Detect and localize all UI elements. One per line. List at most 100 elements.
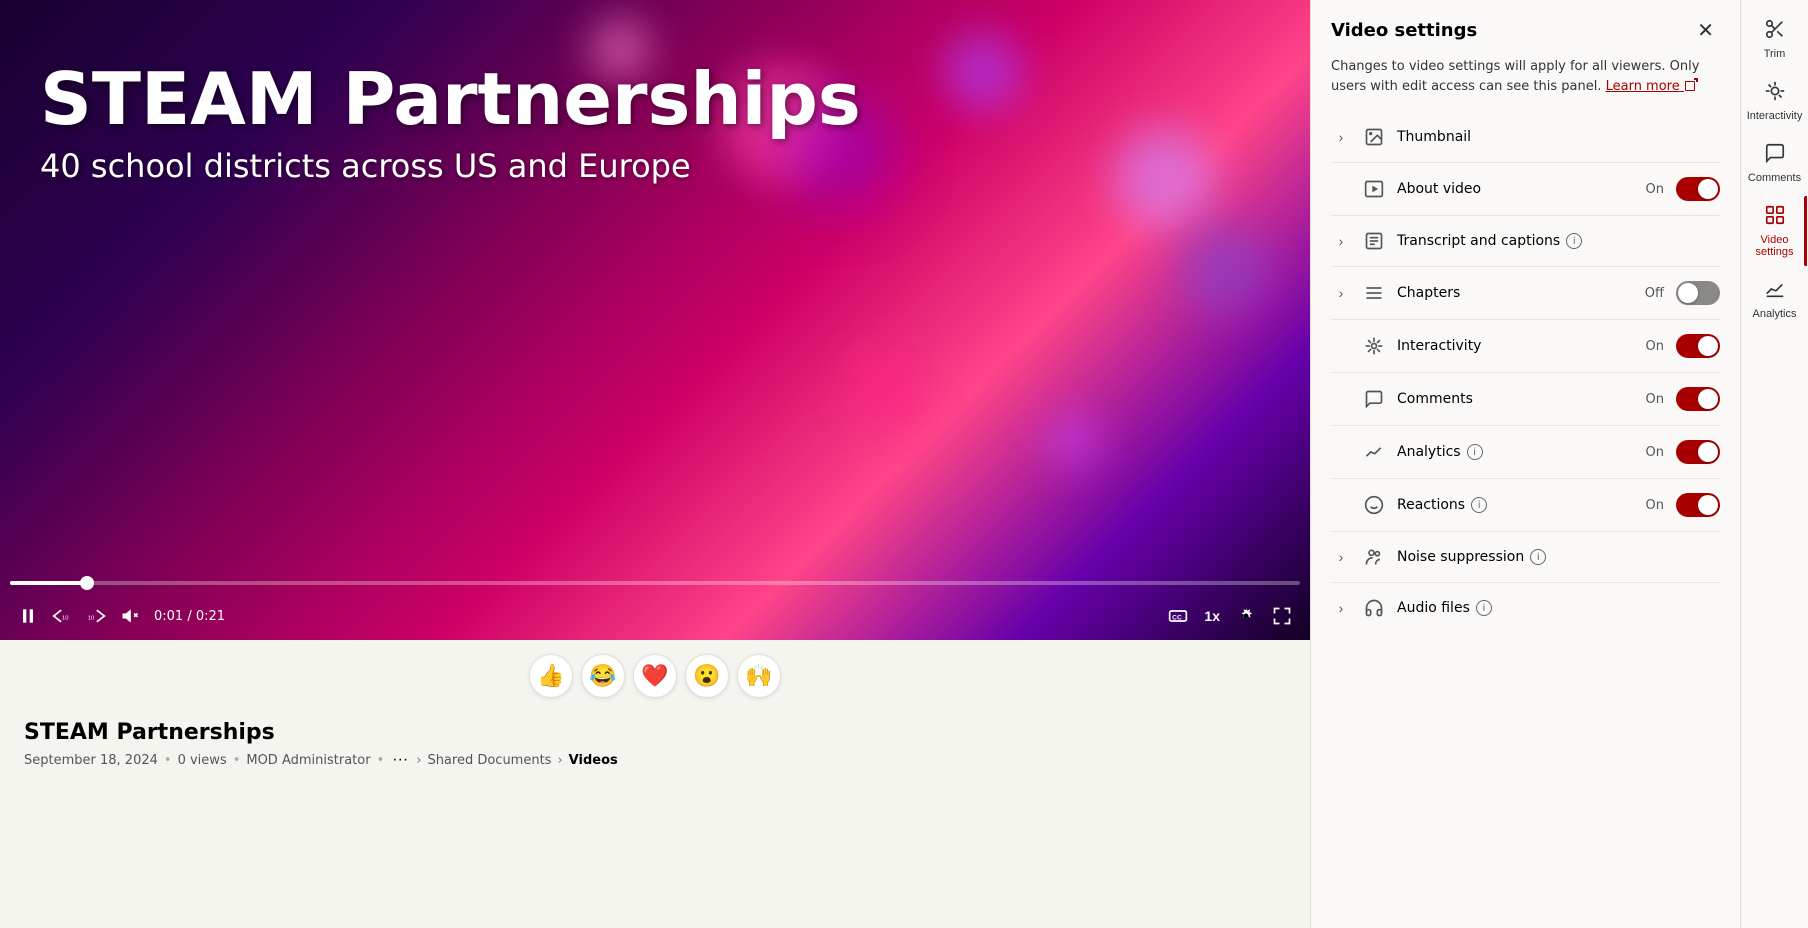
settings-row-about-video: About video On [1331,163,1720,216]
interactivity-toggle[interactable] [1676,334,1720,358]
separator-1: • [164,753,172,768]
separator-2: • [233,753,241,768]
noise-icon [1363,546,1385,568]
interactivity-status: On [1646,339,1664,354]
right-sidebar: Trim Interactivity Comments [1740,0,1808,928]
learn-more-link[interactable]: Learn more [1606,79,1695,94]
reaction-wow[interactable]: 😮 [685,654,729,698]
sidebar-interactivity-button[interactable]: Interactivity [1743,72,1807,130]
transcript-info-icon[interactable]: i [1566,233,1582,249]
active-indicator [1804,196,1807,266]
video-overlay-subtitle: 40 school districts across US and Europe [40,147,861,185]
thumbnail-icon [1363,126,1385,148]
settings-row-comments: Comments On [1331,373,1720,426]
analytics-info-icon[interactable]: i [1467,444,1483,460]
sidebar-trim-button[interactable]: Trim [1743,10,1807,68]
expand-thumbnail[interactable]: › [1331,129,1351,145]
settings-row-chapters: › Chapters Off [1331,267,1720,320]
video-author: MOD Administrator [246,753,370,768]
settings-panel-title: Video settings [1331,20,1477,41]
breadcrumb-arrow-2: › [557,753,562,768]
reactions-toggle[interactable] [1676,493,1720,517]
comments-toggle[interactable] [1676,387,1720,411]
svg-text:10: 10 [88,615,95,621]
settings-row-analytics: Analytics i On [1331,426,1720,479]
forward-10-button[interactable]: 10 [82,602,110,630]
transcript-icon [1363,230,1385,252]
analytics-label: Analytics i [1397,444,1634,460]
sidebar-comments-label: Comments [1748,172,1801,184]
sidebar-video-settings-button[interactable]: Video settings [1743,196,1807,266]
reactions-label: Reactions i [1397,497,1634,513]
chapters-icon [1363,282,1385,304]
reaction-laugh[interactable]: 😂 [581,654,625,698]
sidebar-comments-icon [1764,142,1786,168]
video-progress-fill [10,581,87,585]
video-date: September 18, 2024 [24,753,158,768]
video-overlay-title: STEAM Partnerships [40,60,861,139]
settings-row-reactions: Reactions i On [1331,479,1720,532]
trim-icon [1764,18,1786,44]
reaction-heart[interactable]: ❤️ [633,654,677,698]
sidebar-comments-button[interactable]: Comments [1743,134,1807,192]
interactivity-label: Interactivity [1397,338,1634,354]
reaction-thumbsup[interactable]: 👍 [529,654,573,698]
rewind-10-button[interactable]: 10 [48,602,76,630]
pause-button[interactable] [14,602,42,630]
audio-info-icon[interactable]: i [1476,600,1492,616]
separator-3: • [377,753,385,768]
controls-right: CC 1x [1164,604,1296,628]
expand-audio[interactable]: › [1331,600,1351,616]
more-options-button[interactable]: ··· [390,751,410,769]
about-video-label: About video [1397,181,1634,197]
breadcrumb-arrow-1: › [416,753,421,768]
audio-label: Audio files i [1397,600,1720,616]
comments-icon [1363,388,1385,410]
svg-text:10: 10 [62,615,69,621]
video-info-title: STEAM Partnerships [24,720,1286,745]
settings-row-noise: › Noise suppression i [1331,532,1720,583]
reactions-info-icon[interactable]: i [1471,497,1487,513]
comments-label: Comments [1397,391,1634,407]
video-progress-bar[interactable] [0,581,1310,585]
settings-button[interactable] [1232,604,1260,628]
settings-content: Video settings ✕ Changes to video settin… [1311,0,1740,928]
expand-chapters[interactable]: › [1331,285,1351,301]
settings-row-thumbnail: › Thumbnail [1331,112,1720,163]
about-video-icon [1363,178,1385,200]
reactions-bar: 👍 😂 ❤️ 😮 🙌 [0,640,1310,708]
chapters-label: Chapters [1397,285,1633,301]
sidebar-settings-label: Video settings [1749,234,1801,258]
breadcrumb-shared-documents[interactable]: Shared Documents [427,753,551,768]
about-video-toggle[interactable] [1676,177,1720,201]
close-settings-button[interactable]: ✕ [1691,16,1720,45]
chapters-toggle[interactable] [1676,281,1720,305]
noise-info-icon[interactable]: i [1530,549,1546,565]
sidebar-analytics-button[interactable]: Analytics [1743,270,1807,328]
reaction-clap[interactable]: 🙌 [737,654,781,698]
cc-button[interactable]: CC [1164,604,1192,628]
audio-icon [1363,597,1385,619]
time-display: 0:01 / 0:21 [154,609,225,624]
transcript-label: Transcript and captions i [1397,233,1720,249]
video-player[interactable]: STEAM Partnerships 40 school districts a… [0,0,1310,640]
speed-button[interactable]: 1x [1200,606,1224,626]
reactions-status: On [1646,498,1664,513]
thumbnail-label: Thumbnail [1397,129,1720,145]
sidebar-analytics-icon [1764,278,1786,304]
expand-noise[interactable]: › [1331,549,1351,565]
reactions-icon [1363,494,1385,516]
expand-transcript[interactable]: › [1331,233,1351,249]
analytics-icon [1363,441,1385,463]
comments-status: On [1646,392,1664,407]
sidebar-interactivity-label: Interactivity [1747,110,1803,122]
mute-button[interactable] [116,602,144,630]
settings-row-transcript: › Transcript and captions i [1331,216,1720,267]
analytics-toggle[interactable] [1676,440,1720,464]
sidebar-interactivity-icon [1764,80,1786,106]
settings-header: Video settings ✕ [1331,16,1720,45]
chapters-status: Off [1645,286,1664,301]
breadcrumb-videos: Videos [569,753,618,768]
sidebar-analytics-label: Analytics [1752,308,1796,320]
fullscreen-button[interactable] [1268,604,1296,628]
